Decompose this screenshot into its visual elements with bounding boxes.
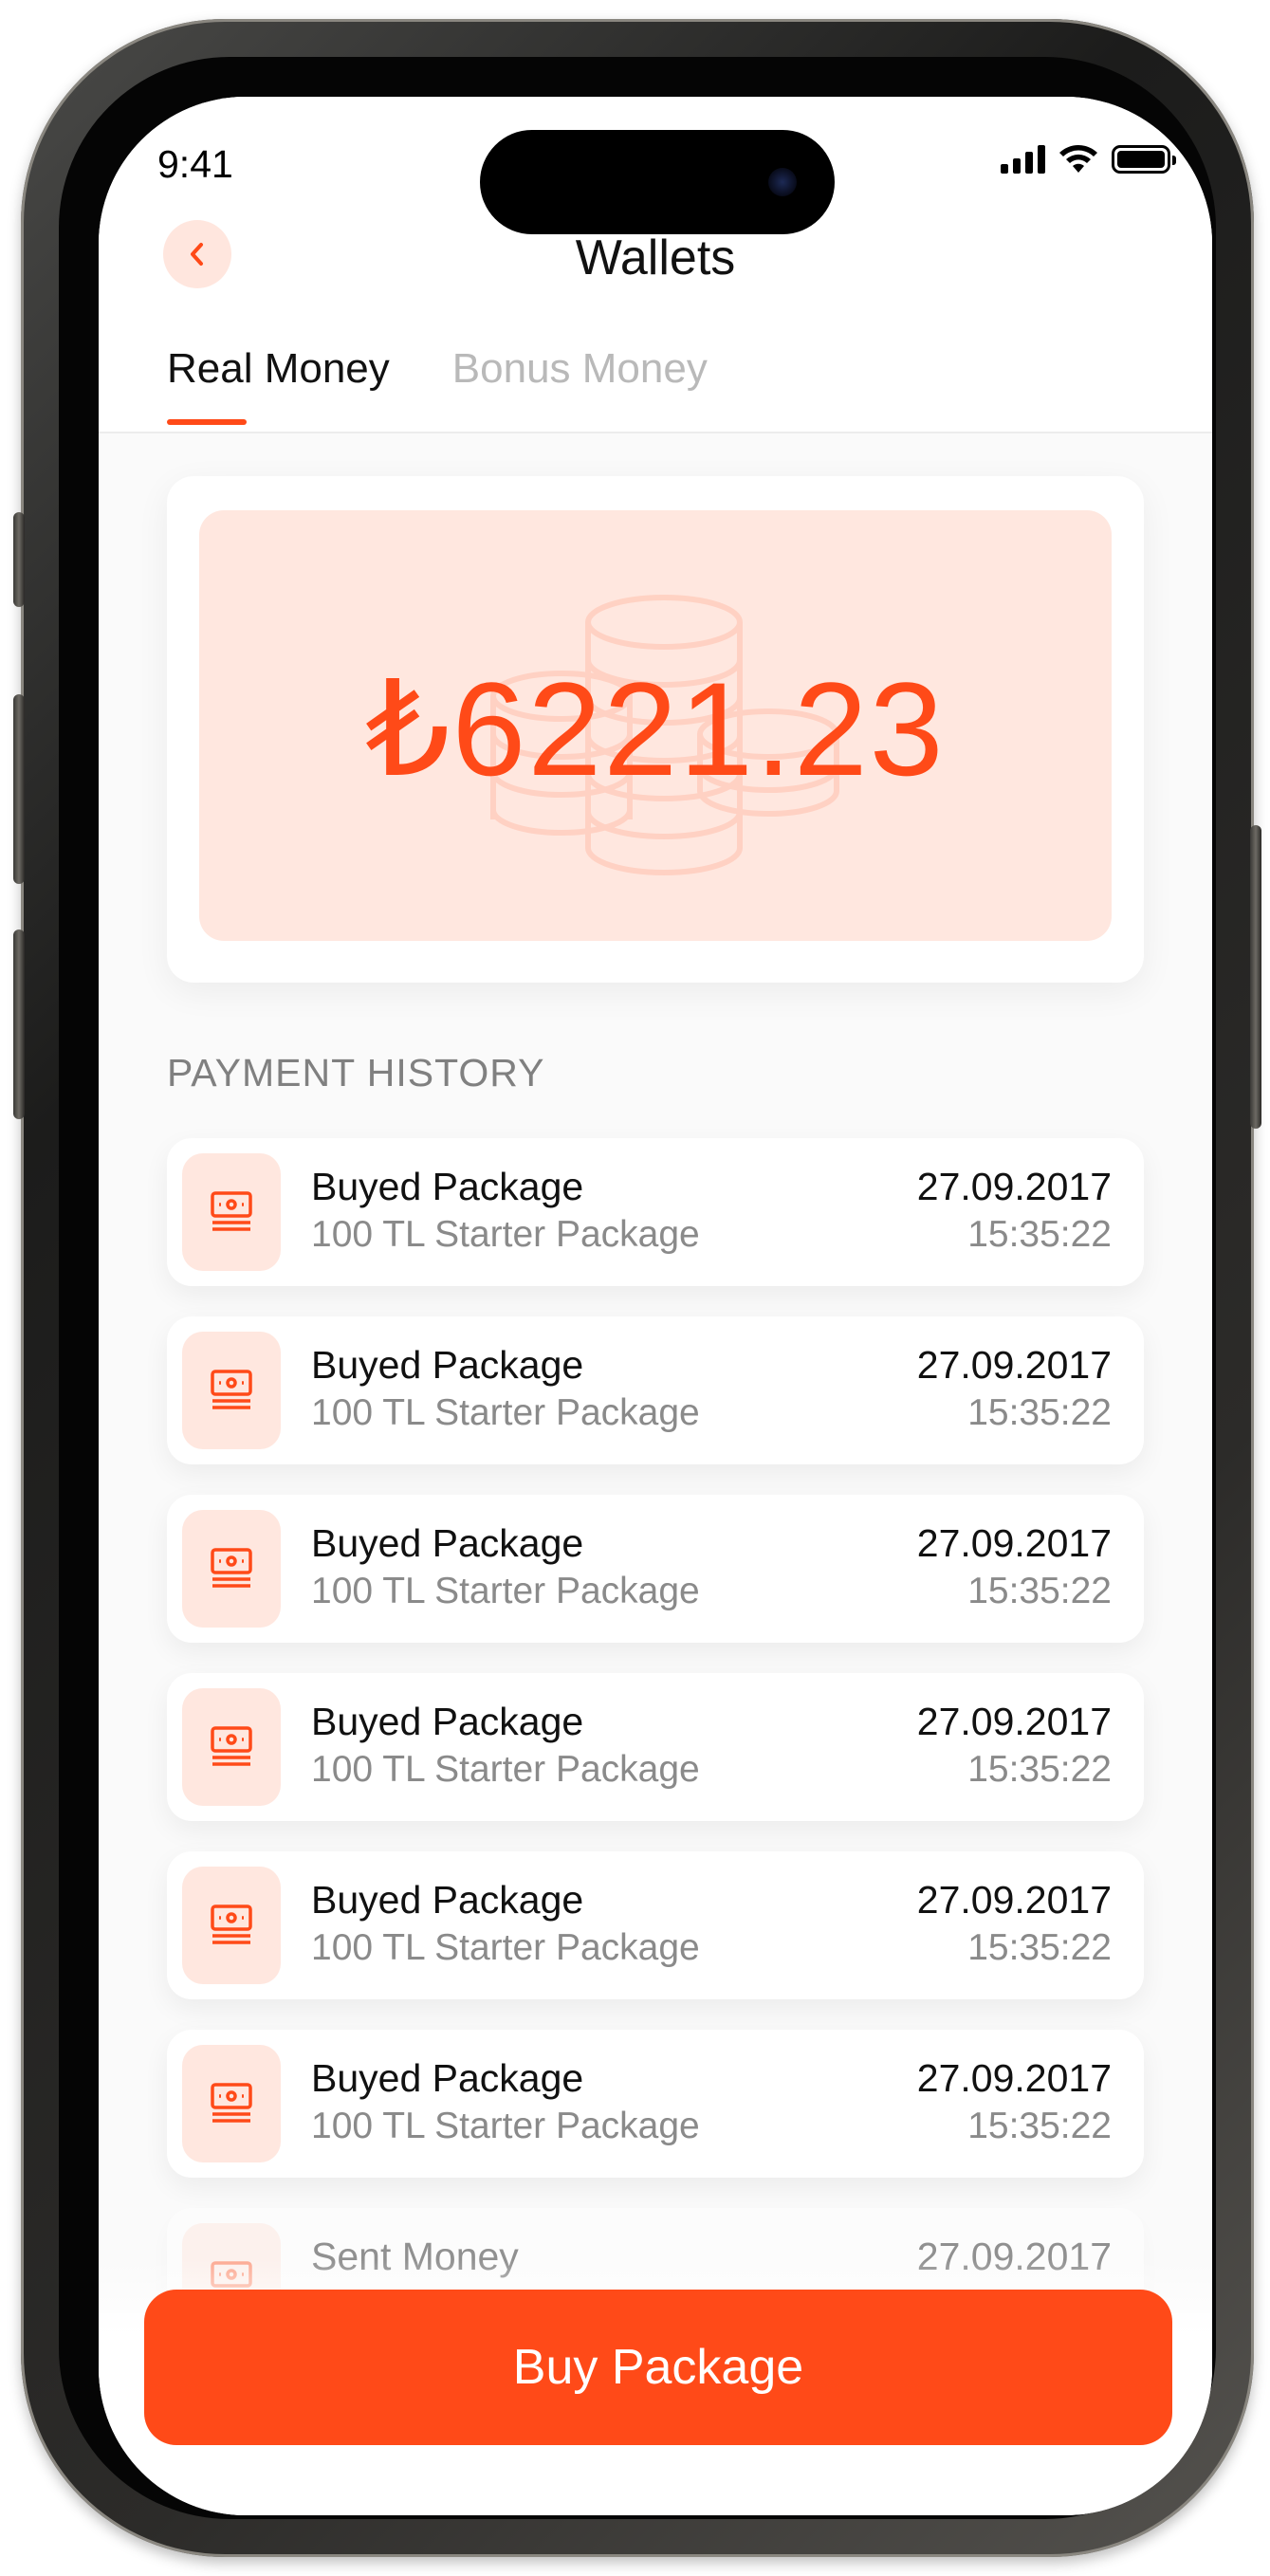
banknote-icon xyxy=(182,2045,281,2162)
transaction-time: 15:35:22 xyxy=(967,1214,1112,1255)
tab-bonus-money[interactable]: Bonus Money xyxy=(452,345,708,393)
banknote-icon xyxy=(182,1510,281,1628)
banknote-icon xyxy=(182,1867,281,1984)
payment-history-title: PAYMENT HISTORY xyxy=(167,1051,545,1095)
phone-frame: 9:41 Wallets Real Money Bonus Money ₺622… xyxy=(13,19,1261,2557)
banknote-icon xyxy=(182,1332,281,1449)
transaction-title: Buyed Package xyxy=(311,1700,584,1743)
transaction-subtitle: 100 TL Starter Package xyxy=(311,1749,700,1790)
banknote-icon xyxy=(182,1153,281,1271)
transaction-date: 27.09.2017 xyxy=(916,1700,1112,1743)
tab-label: Real Money xyxy=(167,345,390,392)
transaction-title: Buyed Package xyxy=(311,1343,584,1387)
tab-real-money[interactable]: Real Money xyxy=(167,345,390,425)
wifi-icon xyxy=(1059,145,1097,173)
list-item[interactable]: Buyed Package 100 TL Starter Package 27.… xyxy=(167,1138,1144,1286)
status-icons xyxy=(1001,144,1176,175)
cellular-signal-icon xyxy=(1001,145,1045,174)
list-item[interactable]: Buyed Package 100 TL Starter Package 27.… xyxy=(167,1673,1144,1821)
transaction-subtitle: 100 TL Starter Package xyxy=(311,1571,700,1611)
wallet-tabs: Real Money Bonus Money xyxy=(167,345,708,425)
balance-panel: ₺6221.23 xyxy=(199,510,1112,941)
transaction-date: 27.09.2017 xyxy=(916,1521,1112,1565)
list-item[interactable]: Buyed Package 100 TL Starter Package 27.… xyxy=(167,2030,1144,2178)
buy-package-button[interactable]: Buy Package xyxy=(144,2290,1172,2445)
status-time: 9:41 xyxy=(157,142,233,186)
page-title: Wallets xyxy=(575,230,736,285)
silent-switch xyxy=(13,512,25,607)
transaction-title: Buyed Package xyxy=(311,1878,584,1922)
transaction-subtitle: 100 TL Starter Package xyxy=(311,1214,700,1255)
transaction-time: 15:35:22 xyxy=(967,1571,1112,1611)
transaction-date: 27.09.2017 xyxy=(916,1343,1112,1387)
transaction-title: Buyed Package xyxy=(311,1521,584,1565)
transaction-date: 27.09.2017 xyxy=(916,2056,1112,2100)
volume-down-button xyxy=(13,929,25,1119)
transaction-time: 15:35:22 xyxy=(967,1927,1112,1968)
list-item[interactable]: Buyed Package 100 TL Starter Package 27.… xyxy=(167,1316,1144,1464)
transaction-date: 27.09.2017 xyxy=(916,1878,1112,1922)
transaction-title: Buyed Package xyxy=(311,2056,584,2100)
transaction-title: Buyed Package xyxy=(311,1165,584,1208)
transaction-subtitle: 100 TL Starter Package xyxy=(311,2106,700,2146)
transaction-time: 15:35:22 xyxy=(967,1392,1112,1433)
transaction-time: 15:35:22 xyxy=(967,2106,1112,2146)
balance-card: ₺6221.23 xyxy=(167,476,1144,983)
tab-label: Bonus Money xyxy=(451,345,708,392)
transaction-time: 15:35:22 xyxy=(967,1749,1112,1790)
volume-up-button xyxy=(13,694,25,884)
camera-icon xyxy=(768,168,797,196)
transaction-subtitle: 100 TL Starter Package xyxy=(311,1392,700,1433)
transaction-date: 27.09.2017 xyxy=(916,1165,1112,1208)
battery-icon xyxy=(1112,145,1176,174)
dynamic-island xyxy=(480,130,835,234)
active-tab-indicator xyxy=(167,419,247,425)
transaction-subtitle: 100 TL Starter Package xyxy=(311,1927,700,1968)
banknote-icon xyxy=(182,1688,281,1806)
list-item[interactable]: Buyed Package 100 TL Starter Package 27.… xyxy=(167,1495,1144,1643)
power-button xyxy=(1250,825,1261,1129)
app-screen: 9:41 Wallets Real Money Bonus Money ₺622… xyxy=(99,97,1212,2515)
balance-amount: ₺6221.23 xyxy=(365,654,946,803)
list-item[interactable]: Buyed Package 100 TL Starter Package 27.… xyxy=(167,1851,1144,1999)
